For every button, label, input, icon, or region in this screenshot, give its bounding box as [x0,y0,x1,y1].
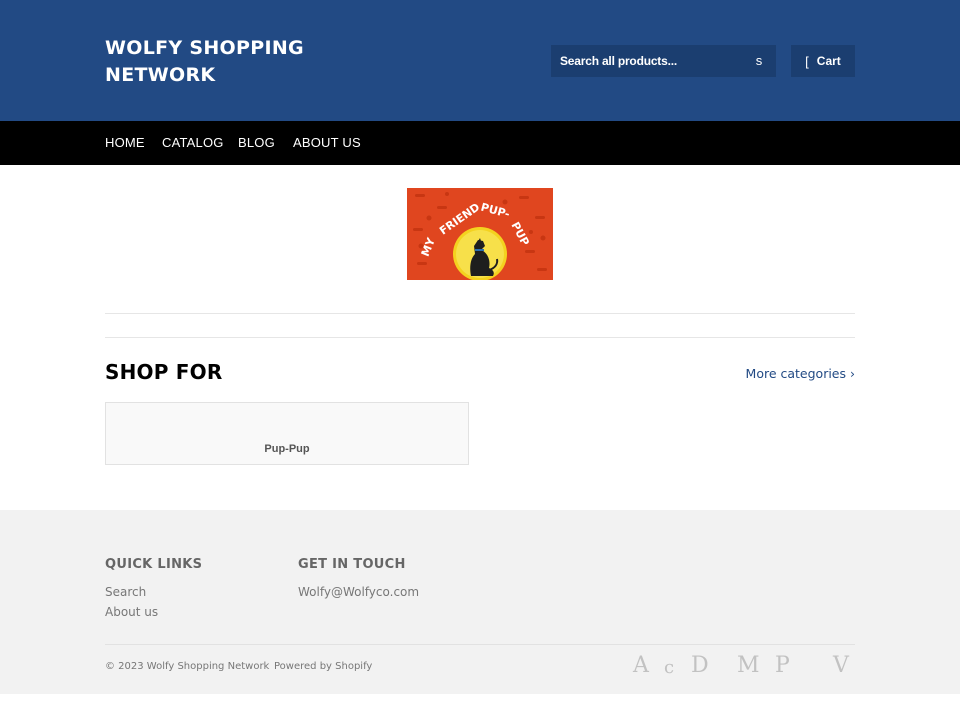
cart-icon: [ [805,53,809,69]
site-title-link[interactable]: WOLFY SHOPPING NETWORK [105,35,345,89]
footer-email-link[interactable]: Wolfy@Wolfyco.com [298,585,419,599]
brand-banner-image: MY FRIEND PUP- PUP [407,188,553,280]
nav-item-home[interactable]: HOME [105,121,145,165]
cart-label: Cart [816,54,841,68]
footer-link-about-us[interactable]: About us [105,605,158,619]
american-express-icon: A [633,653,649,678]
diners-club-icon: c [664,657,675,678]
discover-icon: D [691,653,709,678]
collection-card-pup-pup[interactable]: Pup-Pup [105,402,469,465]
paypal-icon: P [775,653,790,678]
page-bottom-strip [0,694,960,720]
footer-link-search[interactable]: Search [105,585,146,599]
nav-item-catalog[interactable]: CATALOG [162,121,224,165]
search-icon: s [755,53,763,68]
collection-label: Pup-Pup [264,443,310,455]
footer-divider [105,644,855,645]
mastercard-icon: M [737,653,760,678]
site-header: WOLFY SHOPPING NETWORK s [ Cart [0,0,960,121]
shop-for-title: SHOP FOR [105,360,223,384]
search-button[interactable]: s [742,45,776,77]
pup-pup-logo: MY FRIEND PUP- PUP [407,188,553,280]
more-categories-link[interactable]: More categories › [746,366,855,381]
section-divider [105,313,855,314]
powered-by-shopify-link[interactable]: Powered by Shopify [274,661,372,672]
site-footer: QUICK LINKS GET IN TOUCH Search About us… [0,510,960,694]
main-nav: HOME CATALOG BLOG ABOUT US [0,121,960,165]
get-in-touch-heading: GET IN TOUCH [298,557,406,572]
nav-item-blog[interactable]: BLOG [238,121,275,165]
copyright-text: © 2023 Wolfy Shopping Network [105,661,270,672]
search-form: s [551,45,776,77]
section-divider [105,337,855,338]
cart-button[interactable]: [ Cart [791,45,855,77]
quick-links-heading: QUICK LINKS [105,557,203,572]
nav-item-about-us[interactable]: ABOUT US [293,121,361,165]
search-input[interactable] [551,45,741,77]
visa-icon: V [833,653,849,678]
